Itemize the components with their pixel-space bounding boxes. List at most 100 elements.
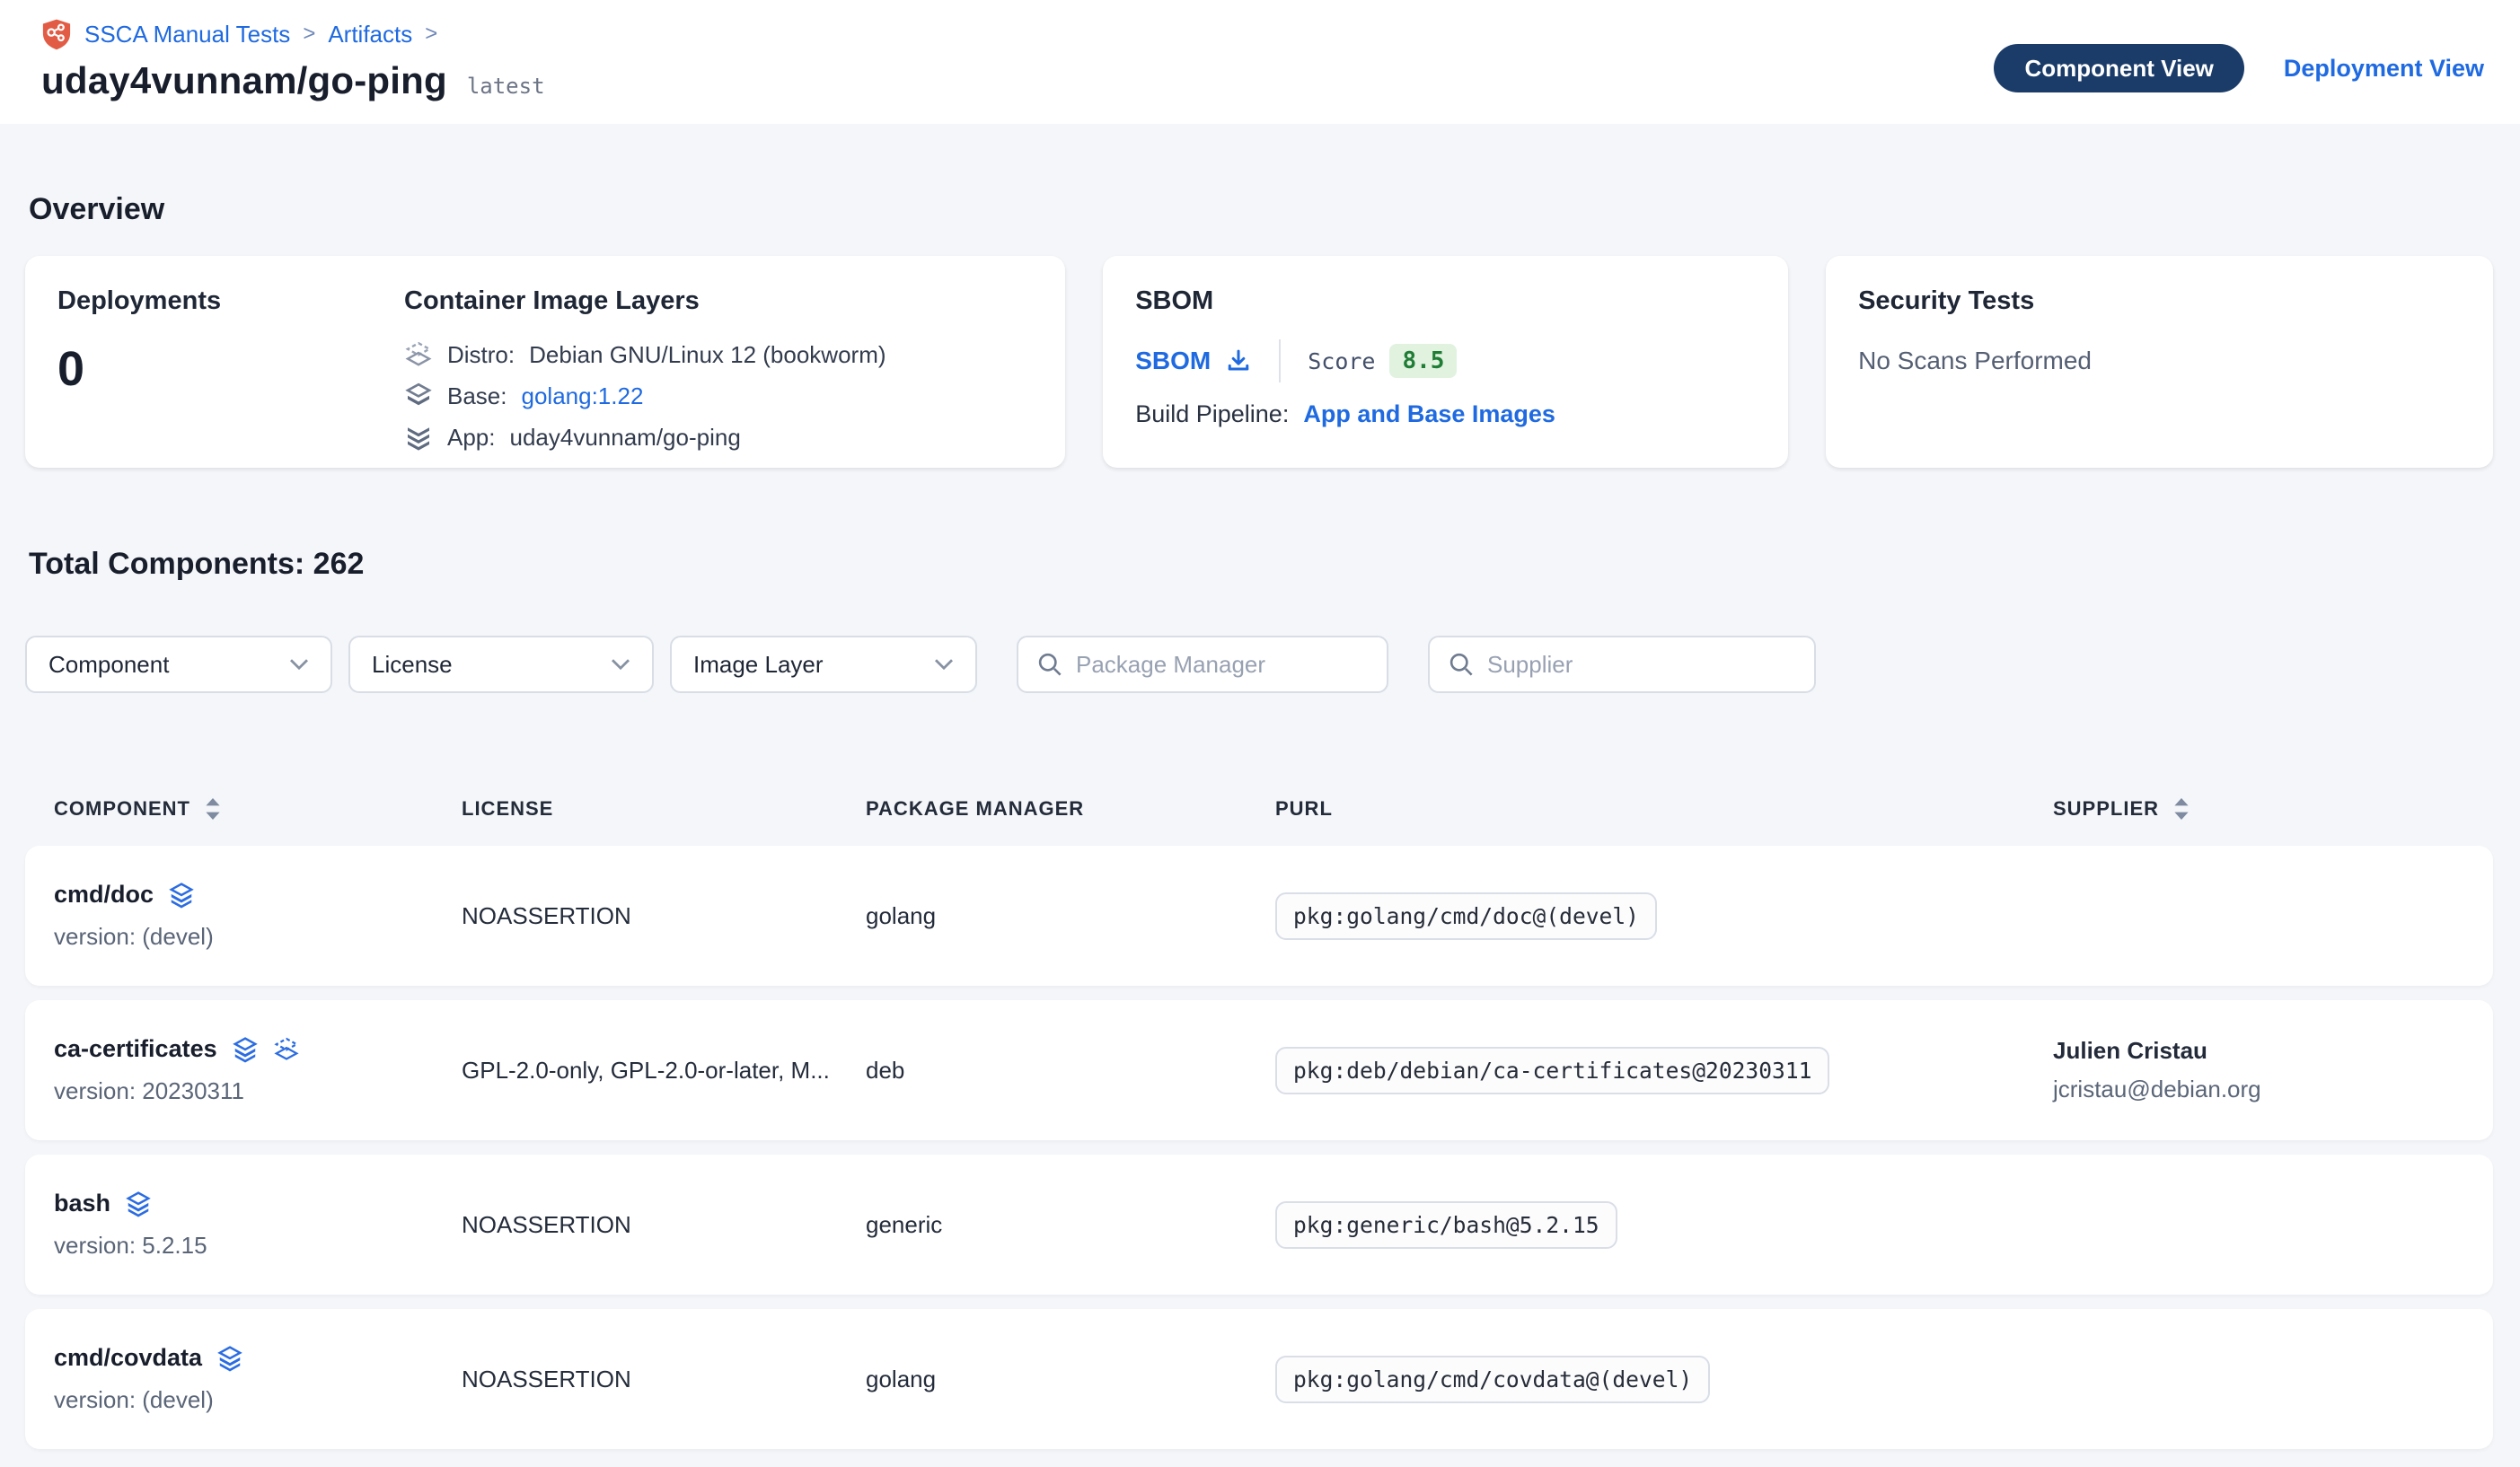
header-package-manager-label: PACKAGE MANAGER (866, 797, 1084, 821)
security-tests-label: Security Tests (1858, 286, 2461, 316)
page-title: uday4vunnam/go-ping (41, 59, 447, 102)
security-tests-status: No Scans Performed (1858, 347, 2461, 375)
purl-chip: pkg:golang/cmd/doc@(devel) (1275, 892, 1657, 940)
filters-row: Component License Image Layer (25, 636, 2493, 693)
license-filter-dropdown[interactable]: License (348, 636, 654, 693)
table-row[interactable]: bash version: 5.2.15 NOASSERTION generic… (25, 1155, 2493, 1295)
breadcrumb: SSCA Manual Tests > Artifacts > (41, 16, 545, 52)
sbom-download-label: SBOM (1135, 347, 1211, 375)
component-name: bash (54, 1190, 110, 1217)
component-filter-dropdown[interactable]: Component (25, 636, 332, 693)
purl-cell: pkg:golang/cmd/doc@(devel) (1275, 892, 2053, 940)
title-row: uday4vunnam/go-ping latest (41, 59, 545, 102)
sort-icon[interactable] (2173, 797, 2190, 821)
ssca-shield-icon (41, 18, 72, 50)
breadcrumb-artifacts-link[interactable]: Artifacts (328, 21, 412, 48)
sbom-download-link[interactable]: SBOM (1135, 347, 1252, 375)
vertical-divider (1279, 339, 1281, 382)
component-name: cmd/doc (54, 881, 154, 909)
search-icon (1036, 651, 1063, 678)
header-supplier[interactable]: SUPPLIER (2053, 797, 2464, 821)
overview-heading: Overview (29, 192, 2493, 227)
component-cell: bash version: 5.2.15 (54, 1190, 462, 1260)
distro-layer-row: Distro: Debian GNU/Linux 12 (bookworm) (404, 334, 886, 375)
base-label: Base: (447, 382, 507, 410)
download-icon (1225, 347, 1252, 374)
deployments-layers-card: Deployments 0 Container Image Layers Dis… (25, 256, 1065, 468)
app-layers-icon (125, 1190, 152, 1217)
distro-layers-icon (404, 340, 433, 369)
chevron-down-icon (289, 657, 309, 672)
sbom-score-badge: 8.5 (1389, 344, 1457, 378)
package-manager-search-input[interactable] (1076, 651, 1377, 679)
components-table-body: cmd/doc version: (devel) NOASSERTION gol… (25, 846, 2493, 1467)
image-layers-section: Container Image Layers Distro: Debian GN… (404, 286, 886, 437)
overview-cards-row: Deployments 0 Container Image Layers Dis… (25, 256, 2493, 468)
package-manager-searchbox (1017, 636, 1388, 693)
breadcrumb-separator: > (303, 22, 315, 47)
purl-cell: pkg:golang/cmd/covdata@(devel) (1275, 1356, 2053, 1403)
distro-value: Debian GNU/Linux 12 (bookworm) (529, 341, 886, 369)
component-version: version: (devel) (54, 923, 462, 951)
license-cell: NOASSERTION (462, 1211, 866, 1239)
app-layers-icon (168, 882, 195, 909)
component-name: cmd/covdata (54, 1344, 202, 1372)
image-layers-list: Distro: Debian GNU/Linux 12 (bookworm) B… (404, 334, 886, 458)
table-row[interactable]: cmd/doc version: (devel) NOASSERTION gol… (25, 846, 2493, 986)
table-row[interactable]: ca-certificates (25, 1000, 2493, 1140)
view-toggle: Component View Deployment View (1994, 16, 2484, 102)
top-bar: SSCA Manual Tests > Artifacts > uday4vun… (0, 0, 2520, 124)
header-component-label: COMPONENT (54, 797, 190, 821)
component-name: ca-certificates (54, 1035, 217, 1063)
app-layers-icon (216, 1345, 243, 1372)
supplier-searchbox (1428, 636, 1816, 693)
search-icon (1448, 651, 1475, 678)
breadcrumb-project-link[interactable]: SSCA Manual Tests (84, 21, 290, 48)
base-image-link[interactable]: golang:1.22 (522, 382, 644, 410)
purl-cell: pkg:deb/debian/ca-certificates@20230311 (1275, 1047, 2053, 1094)
sbom-card-label: SBOM (1135, 286, 1756, 316)
component-version: version: 20230311 (54, 1077, 462, 1105)
artifact-tag-badge: latest (467, 74, 545, 99)
header-component[interactable]: COMPONENT (54, 797, 462, 821)
build-pipeline-link[interactable]: App and Base Images (1303, 400, 1555, 428)
app-layer-row: App: uday4vunnam/go-ping (404, 417, 886, 458)
package-manager-cell: deb (866, 1057, 1275, 1085)
supplier-email: jcristau@debian.org (2053, 1076, 2464, 1103)
supplier-cell (2053, 1374, 2464, 1384)
license-cell: NOASSERTION (462, 902, 866, 930)
component-version: version: 5.2.15 (54, 1232, 462, 1260)
header-license-label: LICENSE (462, 797, 553, 821)
app-layers-icon (232, 1036, 259, 1063)
header-purl: PURL (1275, 797, 2053, 821)
package-manager-cell: generic (866, 1211, 1275, 1239)
app-label: App: (447, 424, 496, 452)
header-license: LICENSE (462, 797, 866, 821)
component-version: version: (devel) (54, 1386, 462, 1414)
component-view-button[interactable]: Component View (1994, 44, 2243, 92)
purl-chip: pkg:golang/cmd/covdata@(devel) (1275, 1356, 1710, 1403)
table-row[interactable]: cmd/covdata version: (devel) NOASSERTION… (25, 1309, 2493, 1449)
sbom-score-label: Score (1308, 348, 1375, 374)
component-cell: ca-certificates (54, 1035, 462, 1105)
build-pipeline-label: Build Pipeline: (1135, 400, 1289, 428)
header-package-manager: PACKAGE MANAGER (866, 797, 1275, 821)
image-layer-filter-dropdown[interactable]: Image Layer (670, 636, 977, 693)
app-layers-icon (404, 423, 433, 452)
sort-icon[interactable] (205, 797, 221, 821)
deployment-view-button[interactable]: Deployment View (2284, 55, 2484, 83)
deployments-count: 0 (57, 341, 404, 397)
header-supplier-label: SUPPLIER (2053, 797, 2159, 821)
distro-layers-icon (273, 1036, 300, 1063)
license-cell: NOASSERTION (462, 1366, 866, 1393)
supplier-cell: Julien Cristau jcristau@debian.org (2053, 1037, 2464, 1103)
chevron-down-icon (611, 657, 630, 672)
sbom-score-row: SBOM Score 8.5 (1135, 339, 1756, 382)
deployments-label: Deployments (57, 286, 404, 316)
sbom-card: SBOM SBOM Score 8.5 Build Pipeline: App … (1103, 256, 1788, 468)
components-table-header: COMPONENT LICENSE PACKAGE MANAGER PURL S… (25, 797, 2493, 821)
app-value: uday4vunnam/go-ping (510, 424, 741, 452)
breadcrumb-separator: > (425, 22, 437, 47)
package-manager-cell: golang (866, 902, 1275, 930)
supplier-search-input[interactable] (1487, 651, 1796, 679)
